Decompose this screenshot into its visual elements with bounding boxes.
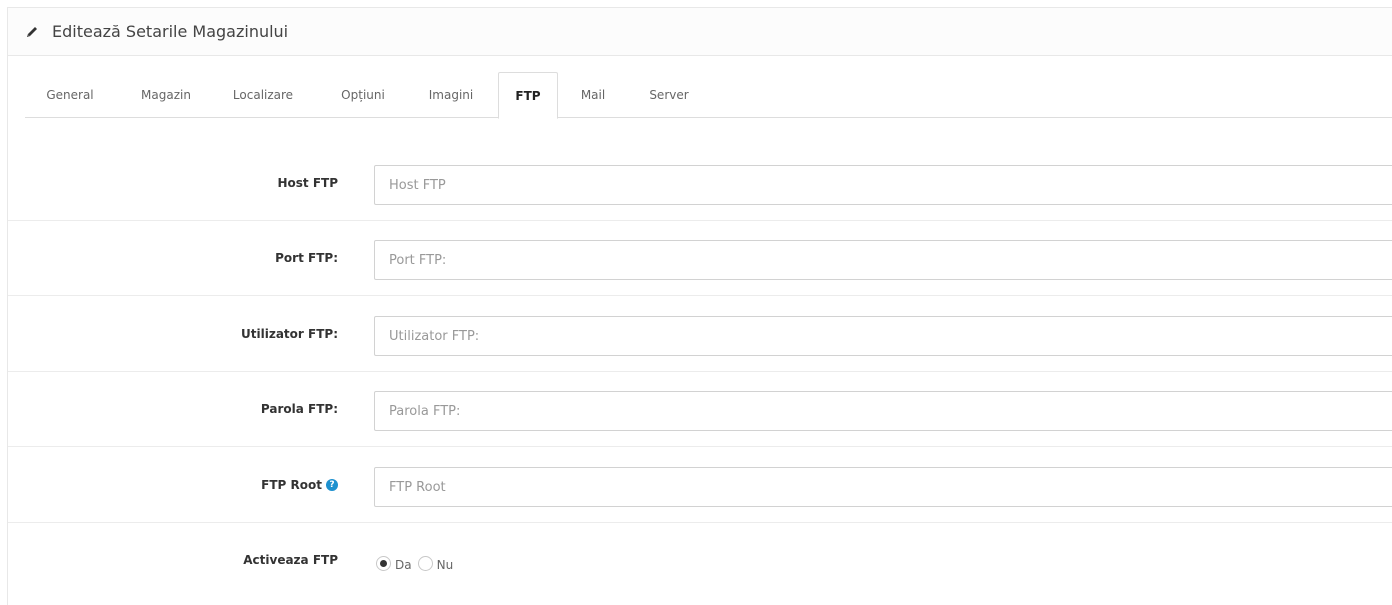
form-row-enable: Activeaza FTP Da Nu xyxy=(8,523,1392,598)
host-ftp-input[interactable] xyxy=(374,165,1392,205)
radio-nu-label: Nu xyxy=(436,558,454,572)
panel-heading: Editează Setarile Magazinului xyxy=(8,8,1392,56)
pencil-icon xyxy=(24,24,40,40)
tab-ftp[interactable]: FTP xyxy=(498,72,558,119)
tab-imagini[interactable]: Imagini xyxy=(411,72,491,118)
port-ftp-input[interactable] xyxy=(374,240,1392,280)
page-title: Editează Setarile Magazinului xyxy=(52,22,289,41)
tab-optiuni[interactable]: Opțiuni xyxy=(328,72,398,118)
tab-general[interactable]: General xyxy=(25,72,115,118)
user-ftp-label: Utilizator FTP: xyxy=(241,327,338,341)
host-ftp-label: Host FTP xyxy=(277,176,338,190)
radio-nu[interactable] xyxy=(417,556,433,571)
password-ftp-label: Parola FTP: xyxy=(260,402,338,416)
root-ftp-label: FTP Root ? xyxy=(38,478,338,492)
user-ftp-input[interactable] xyxy=(374,316,1392,356)
password-ftp-input[interactable] xyxy=(374,391,1392,431)
enable-ftp-label: Activeaza FTP xyxy=(243,553,338,567)
radio-da[interactable] xyxy=(376,556,391,571)
tab-server[interactable]: Server xyxy=(629,72,709,118)
enable-ftp-radio-group: Da Nu xyxy=(376,555,459,572)
port-ftp-label: Port FTP: xyxy=(275,251,338,265)
form-row-user: Utilizator FTP: xyxy=(8,297,1392,372)
tab-magazin[interactable]: Magazin xyxy=(126,72,206,118)
settings-tabs: General Magazin Localizare Opțiuni Imagi… xyxy=(25,72,1392,119)
form-row-host: Host FTP xyxy=(8,146,1392,221)
tab-mail[interactable]: Mail xyxy=(561,72,625,118)
root-ftp-input[interactable] xyxy=(374,467,1392,507)
form-row-root: FTP Root ? xyxy=(8,448,1392,523)
radio-da-label: Da xyxy=(395,558,412,572)
question-circle-icon[interactable]: ? xyxy=(326,479,338,491)
tab-localizare[interactable]: Localizare xyxy=(218,72,308,118)
form-row-password: Parola FTP: xyxy=(8,372,1392,447)
form-row-port: Port FTP: xyxy=(8,221,1392,296)
settings-panel: Editează Setarile Magazinului General Ma… xyxy=(7,7,1392,605)
